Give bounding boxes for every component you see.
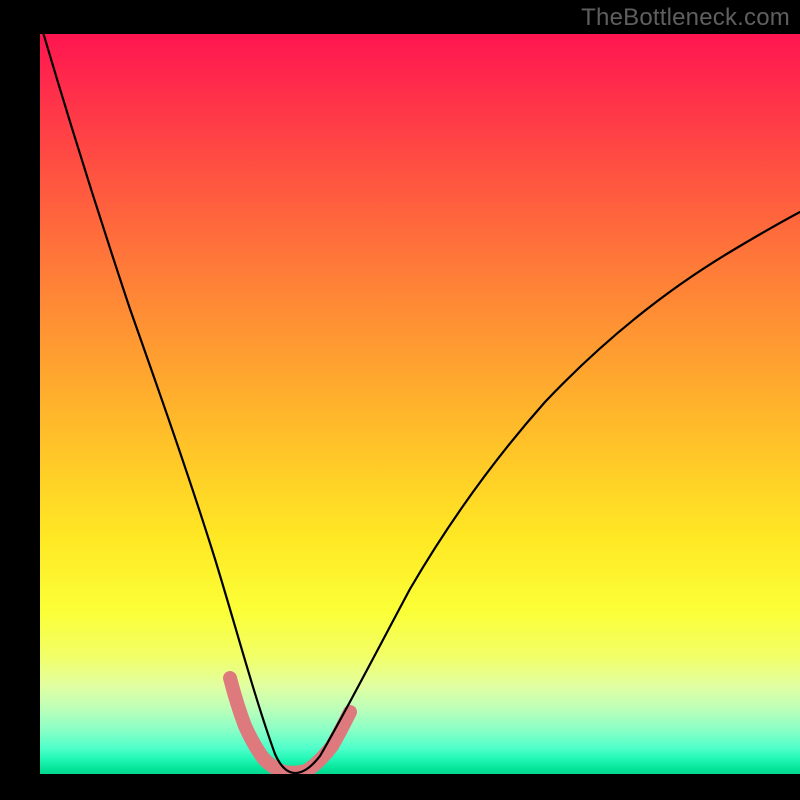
curve-svg xyxy=(40,34,800,774)
chart-frame: TheBottleneck.com xyxy=(0,0,800,800)
plot-area xyxy=(40,34,800,774)
bottleneck-curve xyxy=(40,34,800,773)
watermark-text: TheBottleneck.com xyxy=(581,4,790,32)
curve-highlight xyxy=(230,678,350,773)
